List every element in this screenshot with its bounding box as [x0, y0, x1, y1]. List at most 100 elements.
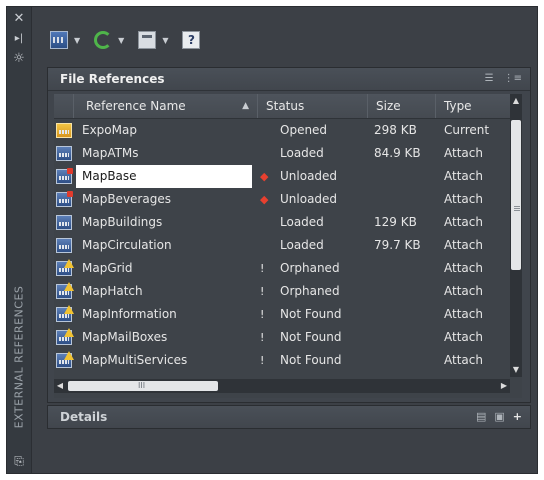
type-cell: Attach [444, 307, 483, 321]
status-cell: Not Found [280, 330, 342, 344]
column-header-icon [54, 94, 74, 118]
scroll-right-icon[interactable]: ▶ [498, 379, 510, 393]
warning-flag-icon: ! [260, 285, 265, 298]
scroll-up-icon[interactable]: ▲ [510, 94, 522, 108]
status-cell: Orphaned [280, 284, 340, 298]
table-row[interactable]: MapGrid! Orphaned Attach [54, 257, 510, 280]
unloaded-flag-icon: ◆ [260, 170, 269, 183]
reference-name-cell: ExpoMap [82, 123, 137, 137]
status-cell: Not Found [280, 353, 342, 367]
scroll-left-icon[interactable]: ◀ [54, 379, 66, 393]
size-cell: 84.9 KB [374, 146, 421, 160]
properties-icon[interactable]: ☼ [11, 51, 27, 67]
sort-ascending-icon: ▲ [242, 101, 249, 111]
type-cell: Current [444, 123, 490, 137]
warning-flag-icon: ! [260, 331, 265, 344]
scroll-down-icon[interactable]: ▼ [510, 363, 522, 377]
type-cell: Attach [444, 261, 483, 275]
reference-rows: ExpoMap Opened 298 KB Current MapATMs Loaded 8… [54, 119, 510, 377]
type-cell: Attach [444, 238, 483, 252]
row-icon-cell [54, 188, 74, 211]
reference-name-cell: MapMultiServices [82, 353, 188, 367]
column-header-size[interactable]: Size [368, 94, 436, 118]
size-cell: 298 KB [374, 123, 417, 137]
type-cell: Attach [444, 215, 483, 229]
file-references-panel: File References ☰ ⋮≡ Reference Name ▲ St… [47, 67, 531, 403]
status-cell: Unloaded [280, 192, 338, 206]
change-path-button[interactable]: ▼ [135, 29, 175, 51]
row-icon-cell [54, 349, 74, 372]
tree-view-icon[interactable]: ⋮≡ [504, 68, 522, 90]
panel-title: File References [60, 72, 165, 86]
row-icon-cell [54, 211, 74, 234]
attach-icon [50, 31, 68, 49]
table-row[interactable]: MapATMs Loaded 84.9 KB Attach [54, 142, 510, 165]
external-references-palette: ✕ ▸| ☼ EXTERNAL REFERENCES ⎘ ▼ ▼ ▼ ? Fil… [6, 6, 538, 474]
row-icon-cell [54, 234, 74, 257]
xref-attach-icon [56, 215, 72, 230]
table-row[interactable]: MapMultiServices! Not Found Attach [54, 349, 510, 372]
xref-warning-icon [56, 328, 74, 345]
expand-icon[interactable]: + [513, 406, 522, 428]
help-button[interactable]: ? [179, 29, 203, 51]
details-panel-header[interactable]: Details ▤ ▣ + [47, 405, 531, 429]
file-references-list[interactable]: Reference Name ▲ Status Size Type ExpoMa… [54, 94, 522, 398]
row-icon-cell [54, 257, 74, 280]
xref-warning-icon [56, 282, 74, 299]
column-header-status[interactable]: Status [258, 94, 368, 118]
table-row[interactable]: MapHatch! Orphaned Attach [54, 280, 510, 303]
palette-title: EXTERNAL REFERENCES [12, 285, 26, 429]
column-header-type[interactable]: Type [436, 94, 510, 118]
table-row[interactable]: ExpoMap Opened 298 KB Current [54, 119, 510, 142]
xref-attach-icon [56, 238, 72, 253]
vertical-scrollbar[interactable]: ▲ ▼ [510, 94, 522, 377]
horizontal-scroll-thumb[interactable]: III [68, 381, 218, 391]
type-cell: Attach [444, 353, 483, 367]
palette-menu-icon[interactable]: ⎘ [11, 453, 27, 469]
reference-name-cell: MapATMs [82, 146, 139, 160]
reference-name-cell: MapMailBoxes [82, 330, 168, 344]
table-row[interactable]: MapBase ◆ Unloaded Attach [54, 165, 510, 188]
table-row[interactable]: MapCirculation Loaded 79.7 KB Attach [54, 234, 510, 257]
reference-name-cell: MapBeverages [82, 192, 171, 206]
type-cell: Attach [444, 146, 483, 160]
xref-warning-icon [56, 351, 74, 368]
grip-icon [514, 206, 520, 212]
preview-icon[interactable]: ▣ [494, 406, 504, 428]
autohide-icon[interactable]: ▸| [11, 31, 27, 47]
chevron-down-icon[interactable]: ▼ [74, 36, 80, 45]
refresh-button[interactable]: ▼ [91, 29, 131, 51]
xref-warning-icon [56, 259, 74, 276]
xref-unloaded-icon [56, 168, 73, 184]
palette-title-strip: ✕ ▸| ☼ EXTERNAL REFERENCES ⎘ [7, 7, 32, 473]
refresh-icon [94, 31, 113, 49]
size-cell: 129 KB [374, 215, 417, 229]
warning-flag-icon: ! [260, 354, 265, 367]
toolbar: ▼ ▼ ▼ ? [47, 27, 203, 53]
table-row[interactable]: MapMailBoxes! Not Found Attach [54, 326, 510, 349]
warning-flag-icon: ! [260, 262, 265, 275]
chevron-down-icon[interactable]: ▼ [118, 36, 124, 45]
table-row[interactable]: MapInformation! Not Found Attach [54, 303, 510, 326]
close-icon[interactable]: ✕ [11, 11, 27, 27]
reference-name-cell: MapInformation [82, 307, 177, 321]
chevron-down-icon[interactable]: ▼ [162, 36, 168, 45]
xref-attach-icon [56, 146, 72, 161]
column-header-reference-name[interactable]: Reference Name ▲ [74, 94, 258, 118]
reference-name-cell: MapHatch [82, 284, 143, 298]
horizontal-scrollbar[interactable]: ◀ III ▶ [54, 379, 510, 393]
status-cell: Opened [280, 123, 328, 137]
change-path-icon [138, 31, 157, 49]
vertical-scroll-thumb[interactable] [511, 120, 521, 270]
status-cell: Loaded [280, 215, 324, 229]
attach-dwg-button[interactable]: ▼ [47, 29, 87, 51]
list-view-icon[interactable]: ☰ [485, 68, 494, 90]
xref-unloaded-icon [56, 191, 73, 207]
reference-name-cell: MapCirculation [82, 238, 172, 252]
file-references-header[interactable]: File References ☰ ⋮≡ [48, 68, 530, 91]
details-title: Details [60, 410, 108, 424]
table-row[interactable]: MapBeverages ◆ Unloaded Attach [54, 188, 510, 211]
reference-name-cell: MapBuildings [82, 215, 163, 229]
table-row[interactable]: MapBuildings Loaded 129 KB Attach [54, 211, 510, 234]
details-view-icon[interactable]: ▤ [476, 406, 486, 428]
